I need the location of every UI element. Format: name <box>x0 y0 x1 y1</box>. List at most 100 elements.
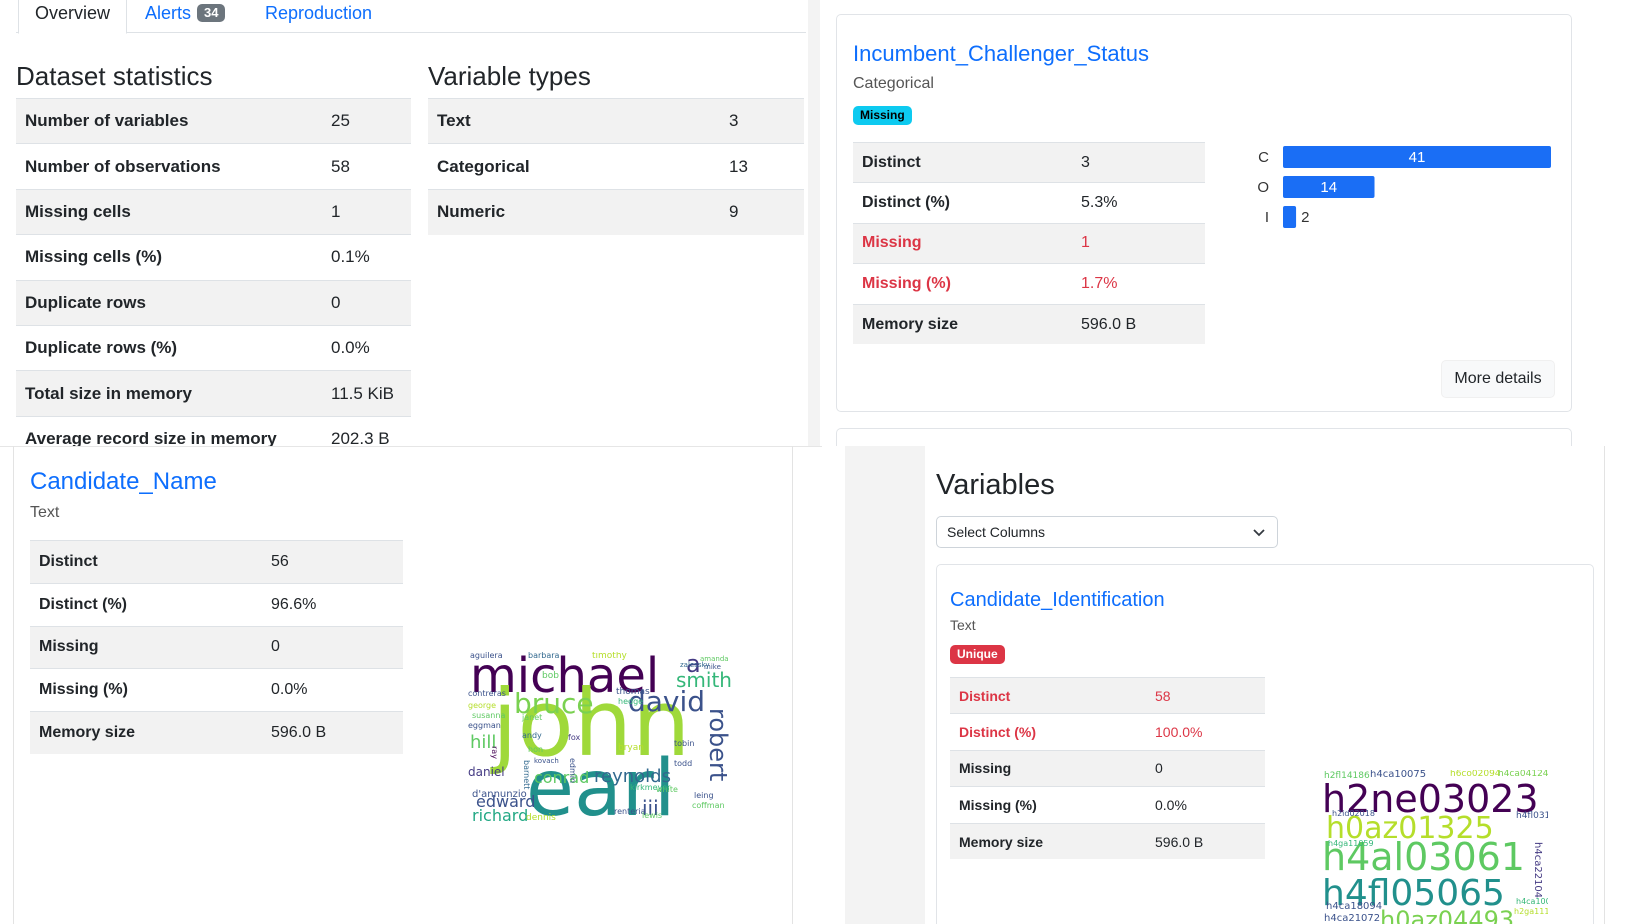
row-label: Distinct (%) <box>950 713 1146 751</box>
table-row: Missing cells (%) 0.1% <box>16 234 411 281</box>
row-label: Missing (%) <box>30 668 262 712</box>
row-value: 58 <box>322 143 411 190</box>
variable-types-table: Text 3 Categorical 13 Numeric 9 <box>428 97 804 235</box>
row-label: Missing <box>950 749 1146 787</box>
wordcloud-word: lewis <box>642 811 663 820</box>
row-label: Average record size in memory <box>16 415 322 448</box>
row-value: 58 <box>1146 676 1265 714</box>
bar-I <box>1283 206 1297 228</box>
candidate-name-stats-table: Distinct 56 Distinct (%) 96.6% Missing 0 Missi… <box>30 540 403 755</box>
table-row: Distinct (%) 96.6% <box>30 582 403 627</box>
select-columns-label: Select Columns <box>947 524 1046 540</box>
wordcloud-word: h2ga11180 <box>1514 907 1548 916</box>
incumbent-title-link[interactable]: Incumbent_Challenger_Status <box>853 41 1149 66</box>
wordcloud-word: ray <box>490 746 499 759</box>
row-label: Number of variables <box>16 98 322 144</box>
alerts-count-badge: 34 <box>197 4 226 22</box>
candidate-id-title-link[interactable]: Candidate_Identification <box>950 589 1165 611</box>
candidate-name-type: Text <box>30 504 60 521</box>
wordcloud-word: kirkmeyer <box>630 783 671 792</box>
table-row: Categorical 13 <box>428 143 804 190</box>
table-row: Distinct (%) 5.3% <box>853 182 1205 224</box>
row-value: 56 <box>262 540 403 584</box>
row-label: Total size in memory <box>16 370 322 417</box>
row-value: 1 <box>1072 222 1205 264</box>
tab-bar: Overview Alerts 34 Reproduction <box>16 0 806 34</box>
row-value: 0 <box>322 279 411 326</box>
row-value: 0.0% <box>1146 786 1265 824</box>
row-value: 0 <box>1146 749 1265 787</box>
row-label: Distinct (%) <box>30 582 262 627</box>
row-value: 596.0 B <box>1146 822 1265 860</box>
tab-reproduction[interactable]: Reproduction <box>265 0 372 34</box>
row-label: Categorical <box>428 143 720 190</box>
wordcloud-word: h6co02094 <box>1450 770 1501 779</box>
tab-overview[interactable]: Overview <box>18 0 128 34</box>
candidate-name-title-link[interactable]: Candidate_Name <box>30 468 217 495</box>
candidate-name-title[interactable]: Candidate_Name <box>30 468 217 496</box>
wordcloud-word: leing <box>694 791 714 800</box>
wordcloud-word: daniel <box>468 765 505 779</box>
missing-badge: Missing <box>853 106 912 125</box>
table-row: Distinct 56 <box>30 540 403 584</box>
table-row: Numeric 9 <box>428 188 804 235</box>
wordcloud-word: kovach <box>534 757 559 765</box>
bar-category-label: I <box>1265 209 1269 226</box>
row-value: 596.0 B <box>1072 303 1205 345</box>
row-value: 13 <box>720 143 804 190</box>
unique-badge: Unique <box>950 645 1005 664</box>
bar-category-label: O <box>1257 179 1269 196</box>
row-label: Number of observations <box>16 143 322 190</box>
table-row: Missing (%) 1.7% <box>853 263 1205 305</box>
wordcloud-word: dennis <box>526 813 556 823</box>
table-row: Missing (%) 0.0% <box>950 786 1265 824</box>
wordcloud-word: eggman <box>468 721 501 730</box>
wordcloud-word: renteria <box>614 807 646 816</box>
wordcloud-word: h4ca10075 <box>1370 770 1427 780</box>
table-row: Missing 0 <box>950 749 1265 787</box>
more-details-button[interactable]: More details <box>1441 360 1555 398</box>
tab-alerts[interactable]: Alerts 34 <box>145 0 226 34</box>
row-value: 3 <box>720 97 804 144</box>
candidate-id-wordcloud: h2ne03023 h0az01325 h4al03061 h4fl05065 h0az… <box>1320 770 1548 924</box>
wordcloud-word: smith <box>676 668 732 692</box>
table-row: Number of variables 25 <box>16 98 411 144</box>
wordcloud-word: h4ca22104 <box>1532 842 1543 899</box>
table-row: Memory size 596.0 B <box>853 303 1205 345</box>
dataset-statistics-table-wrap: Number of variables 25 Number of observati… <box>16 98 411 448</box>
row-value: 1 <box>322 188 411 235</box>
row-value: 0.0% <box>262 668 403 712</box>
bar-value-label: 14 <box>1320 179 1337 196</box>
wordcloud-word: barbara <box>528 652 560 660</box>
wordcloud-word: aguilera <box>470 652 503 660</box>
wordcloud-word: bryan <box>618 743 644 753</box>
row-value: 0.0% <box>322 324 411 371</box>
row-label: Memory size <box>950 822 1146 860</box>
table-row: Missing 1 <box>853 222 1205 264</box>
candidate-id-unique-badge-wrap: Unique <box>950 645 1005 664</box>
variables-left-gutter <box>845 446 925 924</box>
row-value: 1.7% <box>1072 263 1205 305</box>
chevron-down-icon <box>1253 529 1265 537</box>
right-panel-edge <box>792 446 793 924</box>
row-value: 0.1% <box>322 234 411 281</box>
select-columns-dropdown[interactable]: Select Columns <box>936 516 1278 548</box>
candidate-id-stats-wrap: Distinct 58 Distinct (%) 100.0% Missing 0 Miss… <box>950 676 1265 860</box>
wordcloud-word: barnett <box>522 760 531 790</box>
wordcloud-word: tobin <box>674 739 695 748</box>
row-value: 9 <box>720 188 804 235</box>
table-row: Memory size 596.0 B <box>950 822 1265 860</box>
table-row: Average record size in memory 202.3 B <box>16 415 411 448</box>
wordcloud-word: h2id02018 <box>1332 809 1375 818</box>
row-value: 100.0% <box>1146 713 1265 751</box>
candidate-id-title[interactable]: Candidate_Identification <box>950 586 1165 614</box>
row-value: 96.6% <box>262 582 403 627</box>
row-value: 3 <box>1072 141 1205 183</box>
wordcloud-word: h4fl03104 <box>1516 811 1548 821</box>
variable-types-table-wrap: Text 3 Categorical 13 Numeric 9 <box>428 97 804 235</box>
incumbent-title[interactable]: Incumbent_Challenger_Status <box>853 40 1149 68</box>
tab-alerts-label: Alerts <box>145 3 192 23</box>
bar-value-label: 2 <box>1301 209 1309 226</box>
row-label: Text <box>428 97 720 144</box>
row-label: Missing cells <box>16 188 322 235</box>
